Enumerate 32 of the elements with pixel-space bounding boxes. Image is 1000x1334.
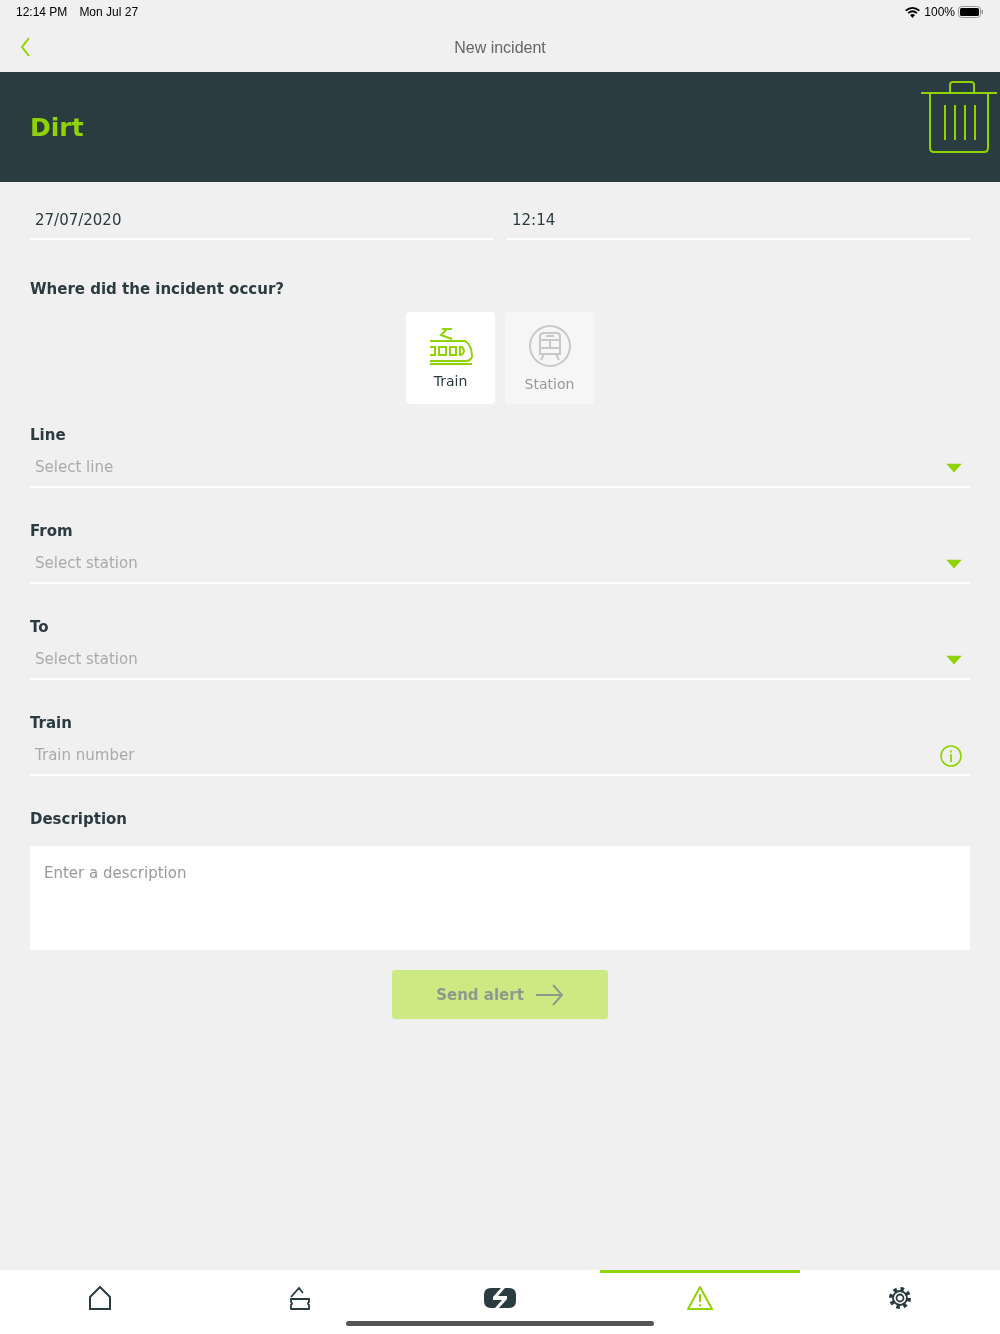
time-field[interactable]: 12:14	[507, 206, 970, 240]
category-title: Dirt	[30, 112, 84, 142]
battery-percent: 100%	[924, 5, 955, 19]
status-time: 12:14 PM	[16, 5, 68, 19]
metro-train-icon	[527, 324, 572, 368]
delete-button[interactable]	[920, 80, 998, 154]
home-icon	[88, 1285, 112, 1311]
field-label: To	[30, 618, 50, 636]
arrow-icon	[535, 983, 564, 1006]
description-field[interactable]: Enter a description	[30, 846, 970, 950]
field-label: Line	[30, 426, 67, 444]
dropdown-field[interactable]: Select station	[30, 640, 970, 680]
status-date: Mon Jul 27	[79, 5, 139, 19]
input-field[interactable]: Train number	[30, 736, 970, 776]
date-field[interactable]: 27/07/2020	[30, 206, 493, 240]
nav-title: New incident	[454, 39, 546, 57]
field-label: Description	[30, 810, 129, 828]
location-option[interactable]: Train	[406, 312, 495, 404]
dropdown-field[interactable]: Select line	[30, 448, 970, 488]
dropdown-caret-icon	[946, 559, 962, 569]
ticket-icon	[288, 1285, 312, 1311]
wifi-icon	[905, 6, 921, 18]
dropdown-caret-icon	[946, 463, 962, 473]
warning-icon	[686, 1285, 714, 1311]
dropdown-caret-icon	[946, 655, 962, 665]
location-question: Where did the incident occur?	[30, 280, 285, 298]
tram-icon	[427, 327, 474, 365]
battery-icon	[958, 6, 984, 18]
field-label: Train	[30, 714, 73, 732]
dropdown-field[interactable]: Select station	[30, 544, 970, 584]
field-label: From	[30, 522, 74, 540]
settings-icon	[887, 1285, 913, 1311]
